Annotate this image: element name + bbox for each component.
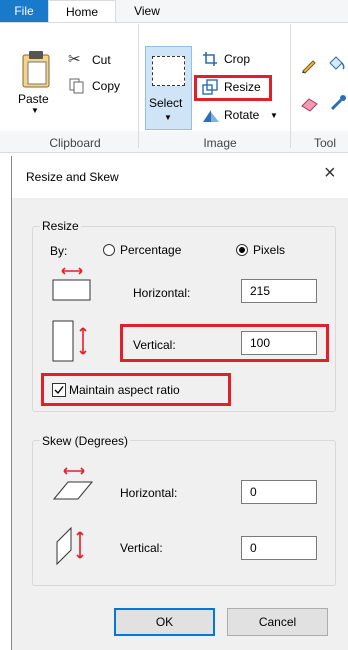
fill-bucket-icon xyxy=(329,56,345,70)
image-group-label: Image xyxy=(203,136,237,150)
dialog-titlebar: Resize and Skew × xyxy=(12,156,348,198)
dialog-title: Resize and Skew xyxy=(26,170,119,184)
vertical-resize-icon xyxy=(52,320,92,364)
pixels-label: Pixels xyxy=(253,243,286,257)
horizontal-resize-icon xyxy=(52,266,92,302)
resize-vertical-label: Vertical: xyxy=(133,338,176,352)
crop-icon xyxy=(203,52,217,66)
group-separator xyxy=(138,24,139,148)
crop-button[interactable]: Crop xyxy=(202,50,262,70)
pencil-tool[interactable] xyxy=(300,56,318,74)
rotate-icon xyxy=(203,110,219,122)
chevron-down-icon: ▼ xyxy=(164,113,172,122)
tab-home[interactable]: Home xyxy=(48,0,116,24)
select-label: Select xyxy=(149,96,183,110)
copy-button[interactable]: Copy xyxy=(68,78,128,96)
copy-label: Copy xyxy=(92,79,121,93)
vertical-skew-icon xyxy=(55,524,95,568)
close-icon[interactable]: × xyxy=(324,162,336,185)
resize-horizontal-label: Horizontal: xyxy=(133,286,191,300)
percentage-radio[interactable]: Percentage xyxy=(103,243,198,259)
resize-vertical-input[interactable]: 100 xyxy=(241,331,317,355)
cut-button[interactable]: ✂ Cut xyxy=(68,51,128,70)
radio-dot xyxy=(239,247,245,253)
rotate-label: Rotate xyxy=(224,108,260,122)
paste-label: Paste xyxy=(18,92,49,106)
chevron-down-icon: ▼ xyxy=(31,106,39,115)
radio-button xyxy=(103,244,115,256)
paste-button[interactable]: Paste ▼ xyxy=(18,48,54,120)
chevron-down-icon: ▼ xyxy=(270,111,278,120)
clipboard-group-label: Clipboard xyxy=(49,136,101,150)
select-icon xyxy=(152,56,185,86)
ok-button[interactable]: OK xyxy=(114,608,215,636)
horizontal-skew-icon xyxy=(52,466,98,502)
pencil-icon xyxy=(302,60,316,74)
pixels-radio[interactable]: Pixels xyxy=(236,243,296,259)
scissors-icon: ✂ xyxy=(68,51,81,68)
resize-horizontal-input[interactable]: 215 xyxy=(241,279,317,303)
eraser-tool[interactable] xyxy=(300,96,320,112)
crop-label: Crop xyxy=(224,52,251,66)
maintain-aspect-label: Maintain aspect ratio xyxy=(69,383,180,397)
skew-horizontal-input[interactable]: 0 xyxy=(241,480,317,504)
checkbox-checked-icon xyxy=(52,383,66,397)
rotate-button[interactable]: Rotate ▼ xyxy=(202,106,282,126)
resize-highlight xyxy=(194,75,272,101)
skew-horizontal-label: Horizontal: xyxy=(120,486,178,500)
color-picker-icon xyxy=(330,95,346,111)
group-separator xyxy=(290,24,291,148)
skew-legend: Skew (Degrees) xyxy=(40,434,131,448)
tools-group-label: Tool xyxy=(314,136,337,150)
resize-legend: Resize xyxy=(40,219,81,233)
radio-button-selected xyxy=(236,244,248,256)
ribbon-tabbar: File Home View xyxy=(0,0,348,24)
cut-label: Cut xyxy=(92,53,111,67)
paste-icon xyxy=(22,51,50,88)
skew-vertical-input[interactable]: 0 xyxy=(241,536,317,560)
tab-file[interactable]: File xyxy=(0,0,48,22)
percentage-label: Percentage xyxy=(120,243,182,257)
by-label: By: xyxy=(50,244,68,258)
copy-icon xyxy=(69,78,84,94)
cancel-button[interactable]: Cancel xyxy=(227,608,328,636)
skew-vertical-label: Vertical: xyxy=(120,541,163,555)
fill-tool[interactable] xyxy=(326,54,346,74)
tab-view[interactable]: View xyxy=(114,0,180,22)
maintain-aspect-checkbox[interactable]: Maintain aspect ratio xyxy=(52,383,222,399)
eraser-icon xyxy=(301,98,318,112)
color-picker-tool[interactable] xyxy=(328,92,348,112)
